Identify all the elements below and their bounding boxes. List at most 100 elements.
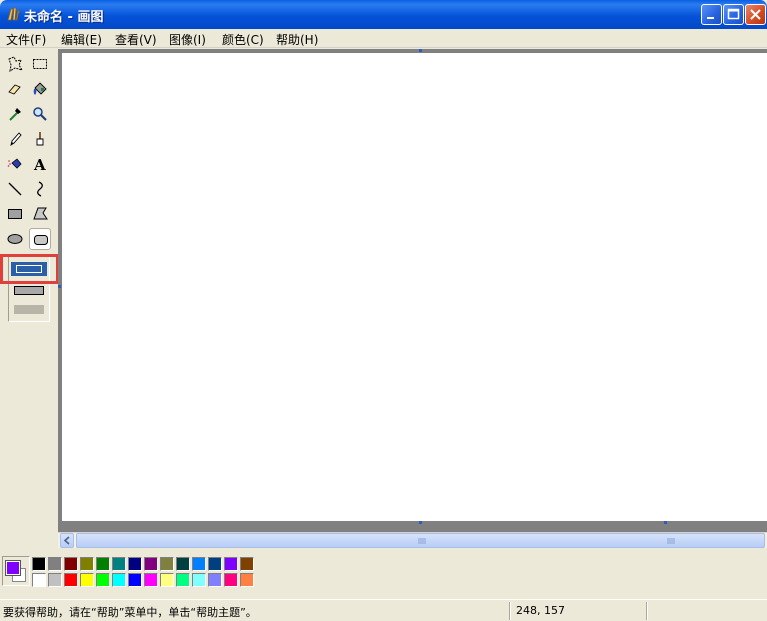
fill-option-fill[interactable]	[14, 305, 44, 314]
rect-select-icon	[33, 59, 47, 69]
status-bar: 要获得帮助，请在“帮助”菜单中，单击“帮助主题”。 248, 157	[0, 599, 767, 621]
color-swatch[interactable]	[32, 573, 46, 587]
rounded-rectangle-icon	[34, 235, 48, 245]
color-swatch[interactable]	[240, 573, 254, 587]
color-swatch[interactable]	[208, 573, 222, 587]
minimize-icon	[707, 17, 714, 19]
color-swatch[interactable]	[144, 557, 158, 571]
menu-file[interactable]: 文件(F)	[6, 31, 46, 48]
airbrush-icon	[7, 158, 22, 169]
scroll-left-button[interactable]	[60, 533, 74, 548]
resize-handle[interactable]	[58, 285, 61, 288]
annotation-highlight-box	[0, 254, 59, 284]
color-swatch[interactable]	[192, 557, 206, 571]
status-message: 要获得帮助，请在“帮助”菜单中，单击“帮助主题”。	[3, 606, 257, 619]
menu-bar: 文件(F) 编辑(E) 查看(V) 图像(I) 颜色(C) 帮助(H)	[0, 29, 767, 48]
tool-airbrush[interactable]	[4, 153, 26, 175]
scroll-thumb[interactable]	[76, 533, 765, 548]
color-swatch[interactable]	[224, 557, 238, 571]
fill-bucket-icon	[33, 82, 47, 95]
color-swatch[interactable]	[208, 557, 222, 571]
svg-text:A: A	[33, 156, 46, 172]
color-swatch[interactable]	[32, 557, 46, 571]
curve-icon	[37, 181, 43, 197]
horizontal-scrollbar[interactable]	[58, 532, 767, 548]
close-button[interactable]	[745, 4, 766, 25]
drawing-canvas[interactable]	[62, 53, 767, 521]
eraser-icon	[8, 84, 21, 95]
color-swatch[interactable]	[96, 573, 110, 587]
grip-icon	[418, 538, 426, 544]
color-palette	[0, 548, 767, 598]
color-swatch[interactable]	[48, 573, 62, 587]
color-swatch[interactable]	[176, 573, 190, 587]
color-swatch[interactable]	[80, 557, 94, 571]
tool-curve[interactable]	[29, 178, 51, 200]
chevron-left-icon	[63, 536, 70, 545]
color-picker-icon	[9, 108, 21, 121]
menu-view[interactable]: 查看(V)	[115, 31, 157, 48]
cursor-coordinates: 248, 157	[516, 604, 565, 617]
color-swatch[interactable]	[64, 557, 78, 571]
tool-rounded-rectangle[interactable]	[29, 228, 51, 250]
paint-app-icon[interactable]	[5, 6, 21, 22]
line-icon	[8, 182, 22, 196]
resize-handle[interactable]	[419, 521, 422, 524]
menu-colors[interactable]: 颜色(C)	[222, 31, 264, 48]
free-form-select-icon	[8, 56, 23, 72]
menu-help[interactable]: 帮助(H)	[276, 31, 318, 48]
current-colors	[2, 556, 30, 586]
color-swatch[interactable]	[128, 573, 142, 587]
ellipse-icon	[7, 234, 23, 244]
color-swatch[interactable]	[176, 557, 190, 571]
resize-handle[interactable]	[664, 521, 667, 524]
tool-free-form-select[interactable]	[4, 53, 26, 75]
tool-pick-color[interactable]	[4, 103, 26, 125]
color-swatch[interactable]	[128, 557, 142, 571]
canvas-workspace	[58, 49, 767, 532]
tool-polygon[interactable]	[29, 203, 51, 225]
foreground-color-swatch	[5, 560, 21, 576]
window-title: 未命名 - 画图	[24, 10, 104, 25]
tool-select[interactable]	[29, 53, 51, 75]
color-swatch[interactable]	[96, 557, 110, 571]
maximize-button[interactable]	[723, 4, 744, 25]
color-swatch[interactable]	[160, 573, 174, 587]
color-swatch[interactable]	[144, 573, 158, 587]
tool-fill[interactable]	[29, 78, 51, 100]
rectangle-icon	[8, 209, 22, 219]
color-swatch[interactable]	[80, 573, 94, 587]
color-swatch[interactable]	[112, 573, 126, 587]
resize-handle[interactable]	[419, 49, 422, 52]
color-swatch[interactable]	[160, 557, 174, 571]
tool-brush[interactable]	[29, 128, 51, 150]
tool-rectangle[interactable]	[4, 203, 26, 225]
pencil-icon	[10, 132, 22, 147]
menu-image[interactable]: 图像(I)	[169, 31, 206, 48]
status-divider	[646, 602, 648, 620]
color-swatch[interactable]	[192, 573, 206, 587]
color-swatch[interactable]	[64, 573, 78, 587]
minimize-button[interactable]	[701, 4, 722, 25]
brush-icon	[36, 132, 44, 146]
tool-magnifier[interactable]	[29, 103, 51, 125]
menu-edit[interactable]: 编辑(E)	[61, 31, 102, 48]
status-divider	[509, 602, 511, 620]
tool-line[interactable]	[4, 178, 26, 200]
polygon-icon	[33, 207, 48, 220]
tool-ellipse[interactable]	[4, 228, 26, 250]
color-swatch[interactable]	[240, 557, 254, 571]
title-bar: 未命名 - 画图	[0, 0, 767, 29]
fill-option-outline-fill[interactable]	[14, 286, 44, 295]
close-icon	[750, 9, 761, 20]
tool-eraser[interactable]	[4, 78, 26, 100]
tool-text[interactable]: A	[29, 153, 51, 175]
toolbox: A	[0, 49, 57, 547]
color-swatch[interactable]	[112, 557, 126, 571]
color-swatch[interactable]	[224, 573, 238, 587]
color-swatch[interactable]	[48, 557, 62, 571]
tool-pencil[interactable]	[4, 128, 26, 150]
text-icon: A	[33, 156, 46, 172]
magnifier-icon	[33, 107, 47, 121]
grip-icon	[667, 538, 675, 544]
